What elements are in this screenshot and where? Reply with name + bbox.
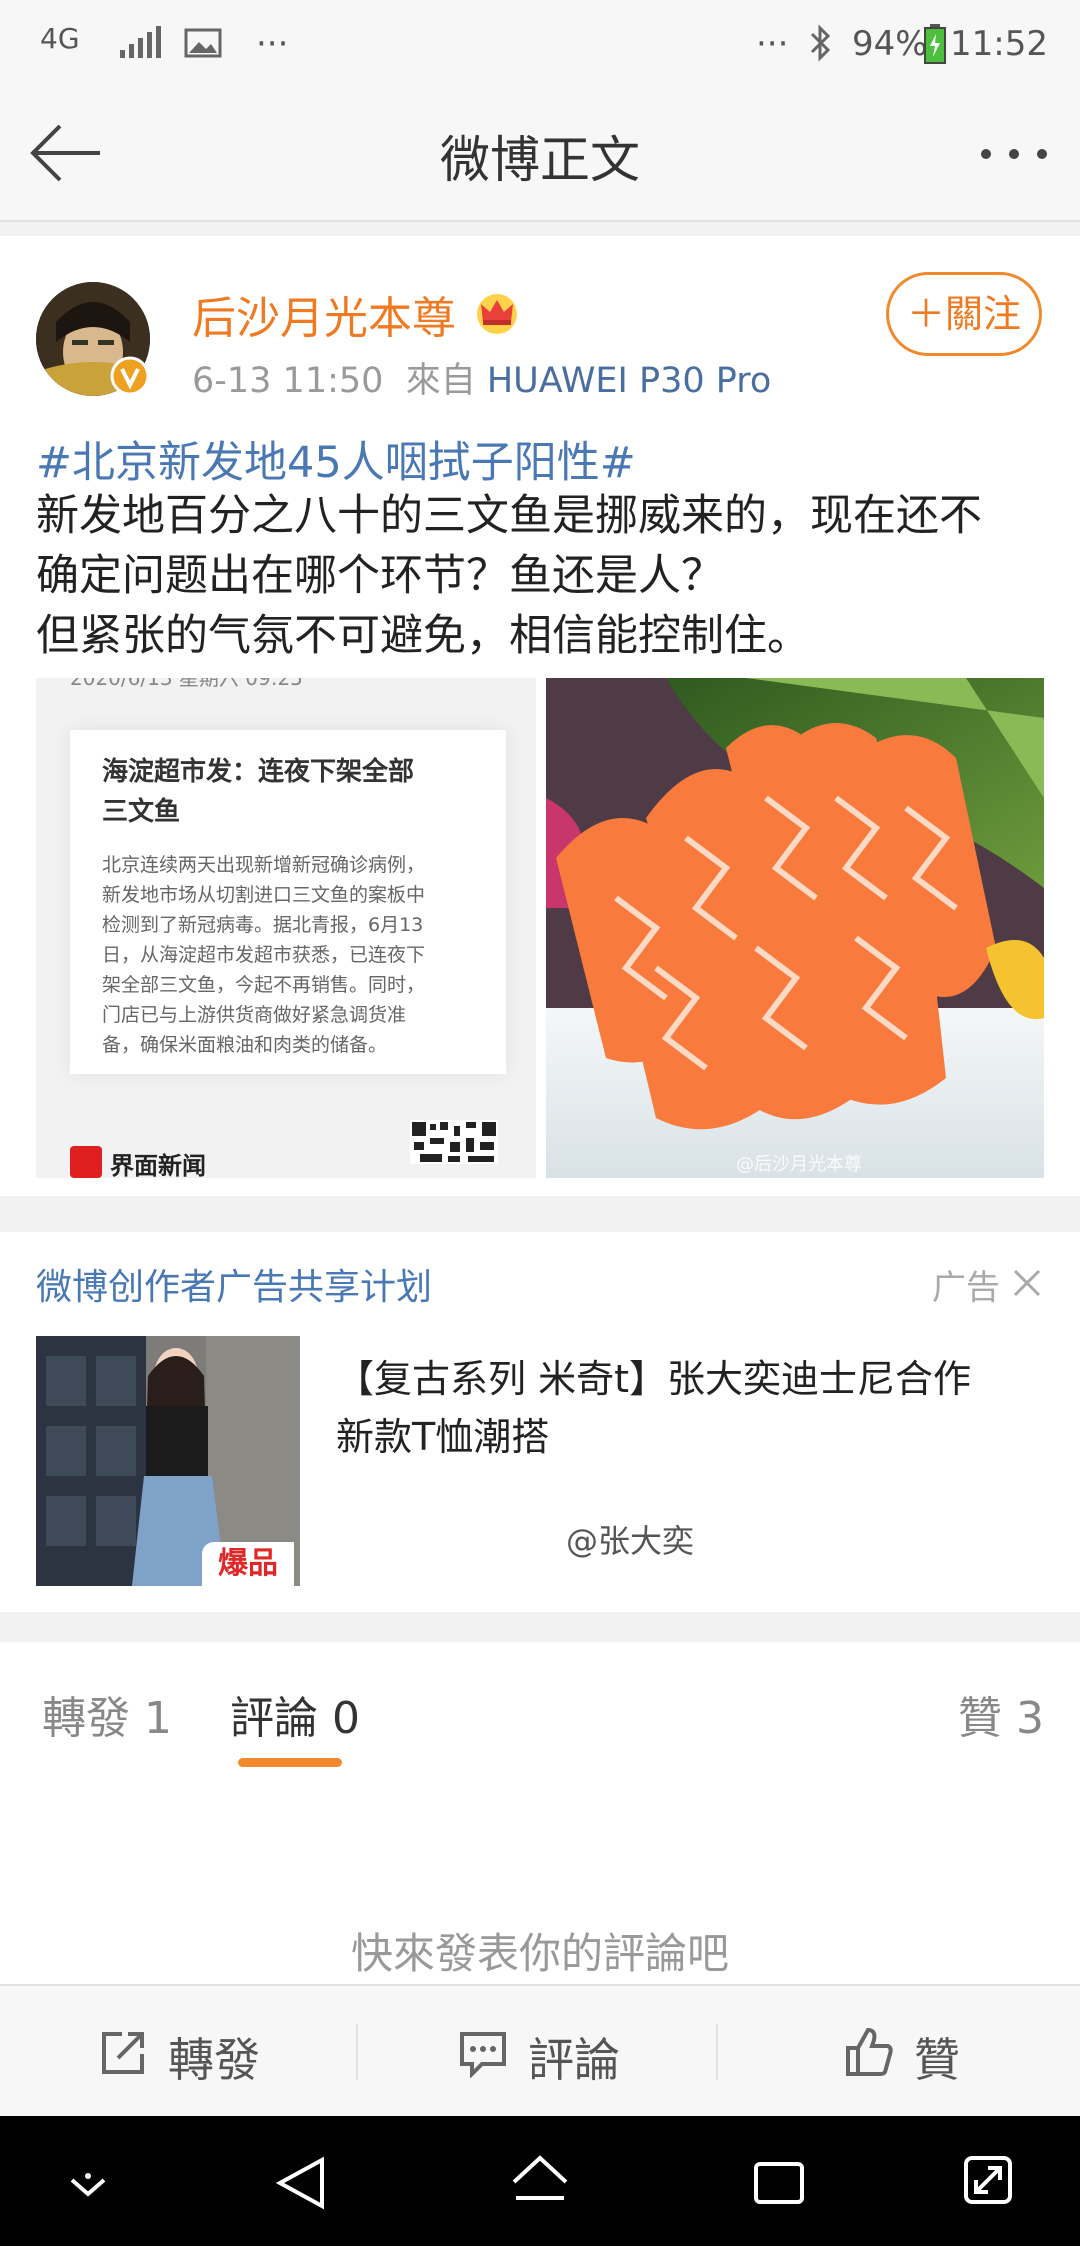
- system-nav-bar: [0, 2116, 1080, 2246]
- ad-image[interactable]: 爆品: [36, 1336, 300, 1586]
- active-tab-indicator: [238, 1758, 342, 1767]
- news-headline-line: 三文鱼: [102, 797, 181, 827]
- repost-icon[interactable]: [98, 2028, 148, 2078]
- tab-comment[interactable]: 評論 0: [230, 1682, 360, 1746]
- network-indicator: 4G: [40, 22, 80, 55]
- tab-like[interactable]: 贊 3: [958, 1682, 1044, 1746]
- news-article-line: 北京连续两天出现新增新冠确诊病例，: [102, 854, 426, 876]
- news-article-line: 备，确保米面粮油和肉类的储备。: [102, 1034, 388, 1056]
- battery-percent: 94%: [852, 24, 928, 64]
- post-body-line: 确定问题出在哪个环节？鱼还是人？: [36, 551, 724, 601]
- home-nav-icon[interactable]: [510, 2154, 570, 2210]
- post-image-news[interactable]: 2020/6/13 星期六 09:25 海淀超市发：连夜下架全部 三文鱼 北京连…: [36, 678, 536, 1178]
- source-prefix: 來自: [405, 361, 476, 401]
- news-article-line: 新发地市场从切割进口三文鱼的案板中: [102, 884, 426, 906]
- news-headline-line: 海淀超市发：连夜下架全部: [102, 757, 415, 787]
- like-button[interactable]: 贊: [914, 2024, 960, 2090]
- empty-comment-prompt: 快來發表你的評論吧: [350, 1929, 729, 1978]
- interaction-tabs: 轉發 1 評論 0 贊 3: [0, 1642, 1080, 1778]
- author-name[interactable]: 后沙月光本尊: [192, 282, 456, 346]
- verified-badge-icon: [110, 356, 150, 396]
- signal-icon: [120, 26, 161, 58]
- news-brand: 界面新闻: [110, 1152, 206, 1178]
- post-meta: 6-13 11:50 來自 HUAWEI P30 Pro: [192, 352, 771, 403]
- image-watermark: @后沙月光本尊: [736, 1154, 862, 1175]
- recent-apps-icon[interactable]: [752, 2156, 806, 2208]
- ad-program-title[interactable]: 微博创作者广告共享计划: [36, 1258, 432, 1310]
- comment-button[interactable]: 評論: [528, 2024, 620, 2090]
- close-icon[interactable]: [1012, 1268, 1042, 1298]
- ad-text[interactable]: 【复古系列 米奇t】张大奕迪士尼合作 新款T恤潮搭: [336, 1350, 1036, 1466]
- ad-tag: 广告: [932, 1268, 1000, 1308]
- news-date: 2020/6/13 星期六 09:25: [70, 678, 303, 690]
- more-options-icon[interactable]: [978, 146, 1050, 162]
- news-article-line: 门店已与上游供货商做好紧急调货准: [102, 1004, 407, 1026]
- post-body: 新发地百分之八十的三文鱼是挪威来的，现在还不 确定问题出在哪个环节？鱼还是人？ …: [36, 486, 1046, 666]
- news-article-line: 日，从海淀超市发超市获悉，已连夜下: [102, 944, 426, 966]
- hashtag-link[interactable]: #北京新发地45人咽拭子阳性#: [36, 428, 636, 490]
- ad-badge: 爆品: [202, 1542, 294, 1586]
- news-brand-logo: [70, 1146, 102, 1178]
- back-nav-icon[interactable]: [276, 2156, 326, 2210]
- divider: [716, 2024, 718, 2080]
- notification-more: ···: [256, 24, 289, 64]
- news-headline: 海淀超市发：连夜下架全部 三文鱼: [102, 752, 414, 832]
- news-article: 北京连续两天出现新增新冠确诊病例， 新发地市场从切割进口三文鱼的案板中 检测到了…: [102, 850, 425, 1060]
- follow-button[interactable]: ＋關注: [886, 272, 1042, 356]
- thumbs-up-icon[interactable]: [844, 2026, 894, 2078]
- ad-text-line: 新款T恤潮搭: [336, 1415, 550, 1459]
- nav-bar: 微博正文: [0, 90, 1080, 222]
- page-title: 微博正文: [440, 131, 640, 189]
- news-article-line: 检测到了新冠病毒。据北青报，6月13: [102, 914, 424, 936]
- post-body-line: 新发地百分之八十的三文鱼是挪威来的，现在还不: [36, 491, 982, 541]
- ad-text-line: 【复古系列 米奇t】张大奕迪士尼合作: [336, 1357, 971, 1401]
- hide-keyboard-icon[interactable]: [66, 2172, 110, 2202]
- news-article-line: 架全部三文鱼，今起不再销售。同时，: [102, 974, 426, 996]
- crown-vip-icon: [477, 294, 517, 334]
- battery-icon: [924, 24, 946, 64]
- bluetooth-icon: [810, 24, 831, 62]
- gallery-icon: [184, 28, 222, 58]
- expand-icon[interactable]: [962, 2152, 1014, 2208]
- comment-icon[interactable]: [458, 2028, 508, 2078]
- ad-handle[interactable]: @张大奕: [566, 1516, 694, 1562]
- post-time: 6-13 11:50: [192, 361, 384, 401]
- post-source[interactable]: HUAWEI P30 Pro: [487, 361, 771, 401]
- post-body-line: 但紧张的气氛不可避免，相信能控制住。: [36, 611, 810, 661]
- status-bar: 4G ··· ··· 94% 11:52: [0, 0, 1080, 90]
- post-image-salmon[interactable]: @后沙月光本尊: [546, 678, 1044, 1178]
- qr-code-icon: [410, 1120, 498, 1164]
- divider: [356, 2024, 358, 2080]
- status-more: ···: [756, 24, 789, 64]
- repost-button[interactable]: 轉發: [168, 2024, 260, 2090]
- tab-repost[interactable]: 轉發 1: [42, 1682, 172, 1746]
- clock: 11:52: [950, 24, 1048, 64]
